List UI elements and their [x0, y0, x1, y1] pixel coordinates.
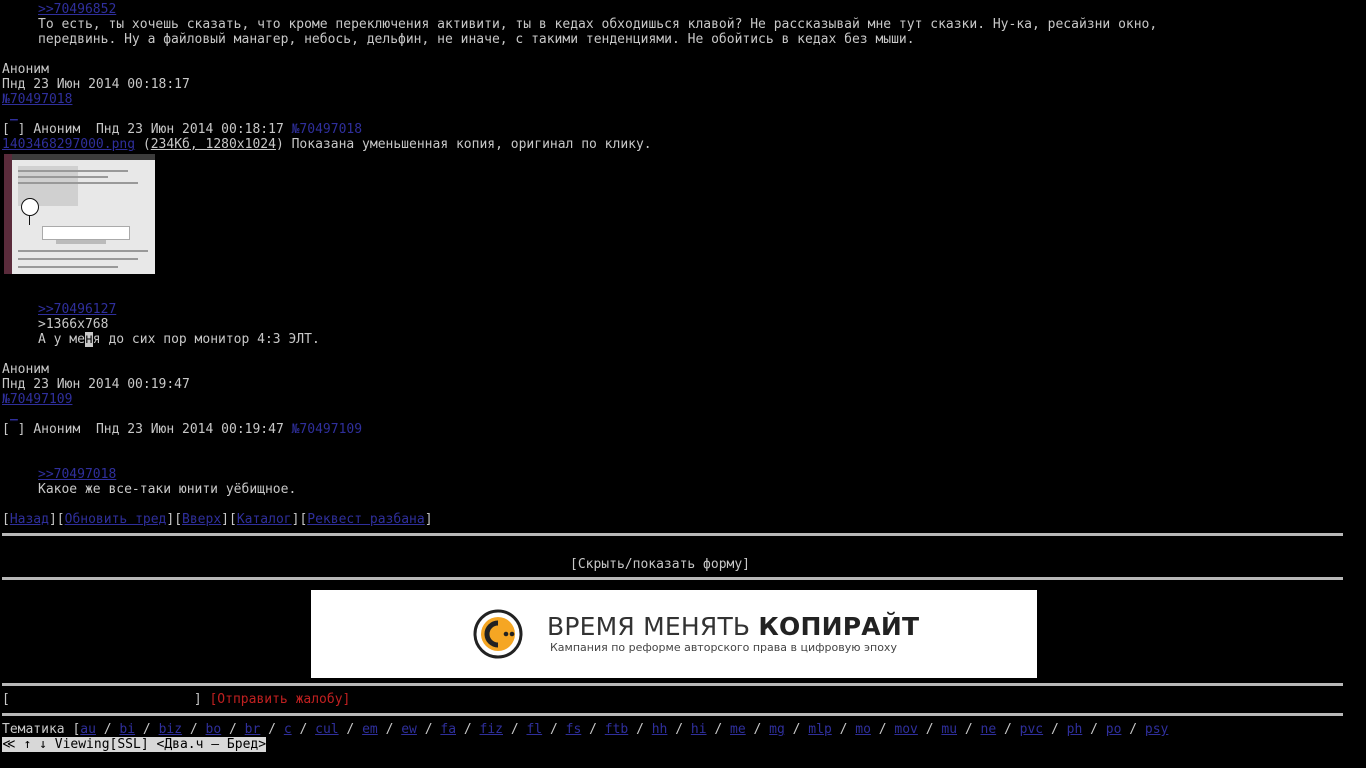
board-link[interactable]: fs	[566, 722, 582, 737]
image-thumbnail[interactable]	[4, 154, 155, 274]
status-text: ↑ ↓ Viewing[SSL] <Два.ч — Бред>	[23, 737, 267, 752]
board-link[interactable]: mg	[769, 722, 785, 737]
board-link[interactable]: ne	[981, 722, 997, 737]
board-link[interactable]: fl	[526, 722, 542, 737]
post-checkbox[interactable]: [ ]	[2, 122, 25, 137]
thumbnail-box-text	[56, 240, 106, 244]
thumbnail-line	[18, 182, 138, 184]
post-header: [ ] Аноним Пнд 23 Июн 2014 00:18:17 №704…	[2, 122, 362, 137]
post-date: Пнд 23 Июн 2014 00:18:17	[2, 77, 190, 92]
board-link[interactable]: br	[245, 722, 261, 737]
post-text: Какое же все-таки юнити уёбищное.	[38, 482, 297, 497]
post-text: А у меня до сих пор монитор 4:3 ЭЛТ.	[38, 332, 320, 347]
banner-subtitle: Кампания по реформе авторского права в ц…	[550, 641, 897, 654]
reply-link[interactable]: >>70496127	[38, 302, 116, 317]
board-link[interactable]: c	[284, 722, 292, 737]
report-submit-button[interactable]: [Отправить жалобу]	[209, 692, 350, 707]
board-link[interactable]: cul	[315, 722, 338, 737]
file-info-line: 1403468297000.png (234Кб, 1280x1024) Пок…	[2, 137, 652, 152]
board-link[interactable]: mlp	[808, 722, 831, 737]
post-checkbox[interactable]: [ ]	[2, 422, 25, 437]
divider	[2, 577, 1343, 580]
banner-title-regular: ВРЕМЯ МЕНЯТЬ	[547, 612, 759, 641]
post-text-part: я до сих пор монитор 4:3 ЭЛТ.	[92, 332, 320, 347]
post-quote: >1366x768	[38, 317, 109, 332]
post-number-link[interactable]: №70497109	[2, 392, 72, 407]
board-link[interactable]: fiz	[480, 722, 503, 737]
thumbnail-line	[18, 176, 108, 178]
boards-nav: Тематика [au / bi / biz / bo / br / c / …	[2, 722, 1169, 737]
post-author: Аноним	[2, 62, 49, 77]
board-link[interactable]: ph	[1067, 722, 1083, 737]
thumbnail-sidebar	[4, 154, 12, 274]
thumbnail-line	[18, 170, 128, 172]
board-link[interactable]: bi	[119, 722, 135, 737]
post-number-link[interactable]: №70497018	[2, 92, 72, 107]
board-link[interactable]: hi	[691, 722, 707, 737]
status-bar: ≪ ↑ ↓ Viewing[SSL] <Два.ч — Бред>	[2, 737, 267, 752]
board-link[interactable]: em	[362, 722, 378, 737]
back-arrow-icon: ≪	[2, 737, 16, 752]
banner-title: ВРЕМЯ МЕНЯТЬ КОПИРАЙТ	[547, 612, 919, 642]
divider	[2, 713, 1343, 716]
post-header-author: Аноним	[33, 422, 81, 437]
board-link[interactable]: mu	[941, 722, 957, 737]
stickman-body-icon	[29, 215, 30, 225]
file-name-link[interactable]: 1403468297000.png	[2, 137, 135, 152]
board-link[interactable]: psy	[1145, 722, 1168, 737]
post-author: Аноним	[2, 362, 49, 377]
post-header-number[interactable]: №70497109	[292, 422, 362, 437]
post-header-number[interactable]: №70497018	[292, 122, 362, 137]
boards-label: Тематика [	[2, 722, 81, 737]
file-note: Показана уменьшенная копия, оригинал по …	[291, 137, 652, 152]
reply-link[interactable]: >>70496852	[38, 2, 116, 17]
post-text-line: То есть, ты хочешь сказать, что кроме пе…	[38, 17, 1158, 32]
post-text-line: передвинь. Ну а файловый манагер, небось…	[38, 32, 915, 47]
board-link[interactable]: hh	[652, 722, 668, 737]
nav-up-link[interactable]: Вверх	[182, 512, 221, 527]
banner-title-bold: КОПИРАЙТ	[758, 612, 920, 641]
post-header-date: Пнд 23 Июн 2014 00:18:17	[95, 122, 284, 137]
copyright-banner[interactable]: ВРЕМЯ МЕНЯТЬ КОПИРАЙТ Кампания по реформ…	[311, 590, 1037, 678]
nav-back-link[interactable]: Назад	[10, 512, 49, 527]
nav-refresh-link[interactable]: Обновить тред	[65, 512, 167, 527]
board-link[interactable]: au	[80, 722, 96, 737]
board-link[interactable]: me	[730, 722, 746, 737]
thumbnail-line	[18, 266, 118, 268]
board-link[interactable]: po	[1106, 722, 1122, 737]
nav-catalog-link[interactable]: Каталог	[237, 512, 292, 527]
thumbnail-line	[18, 250, 148, 252]
thread-nav: [Назад][Обновить тред][Вверх][Каталог][Р…	[2, 512, 433, 527]
post-anchor-link[interactable]: _	[10, 107, 18, 122]
thumbnail-topbar	[12, 154, 155, 160]
reply-link[interactable]: >>70497018	[38, 467, 116, 482]
board-link[interactable]: biz	[159, 722, 182, 737]
thumbnail-box	[42, 226, 130, 240]
copyright-logo-icon	[473, 609, 523, 659]
divider	[2, 533, 1343, 536]
post-header-author: Аноним	[33, 122, 81, 137]
board-link[interactable]: ew	[401, 722, 417, 737]
board-link[interactable]: fa	[440, 722, 456, 737]
post-header-date: Пнд 23 Июн 2014 00:19:47	[95, 422, 284, 437]
file-size-link[interactable]: 234Кб, 1280x1024	[151, 137, 276, 152]
post-text-part: А у ме	[38, 332, 85, 347]
report-form: [] [Отправить жалобу]	[2, 692, 351, 707]
board-link[interactable]: mo	[855, 722, 871, 737]
nav-unban-link[interactable]: Реквест разбана	[307, 512, 424, 527]
board-link[interactable]: ftb	[605, 722, 628, 737]
toggle-form-link[interactable]: [Скрыть/показать форму]	[570, 557, 750, 572]
stickman-face-icon	[21, 198, 39, 216]
post-anchor-link[interactable]: _	[10, 407, 18, 422]
divider	[2, 683, 1343, 686]
thumbnail-line	[18, 258, 138, 260]
board-link[interactable]: pvc	[1020, 722, 1043, 737]
post-header: [ ] Аноним Пнд 23 Июн 2014 00:19:47 №704…	[2, 422, 362, 437]
board-link[interactable]: bo	[206, 722, 222, 737]
post-date: Пнд 23 Июн 2014 00:19:47	[2, 377, 190, 392]
board-link[interactable]: mov	[894, 722, 917, 737]
text-cursor: н	[84, 332, 93, 347]
